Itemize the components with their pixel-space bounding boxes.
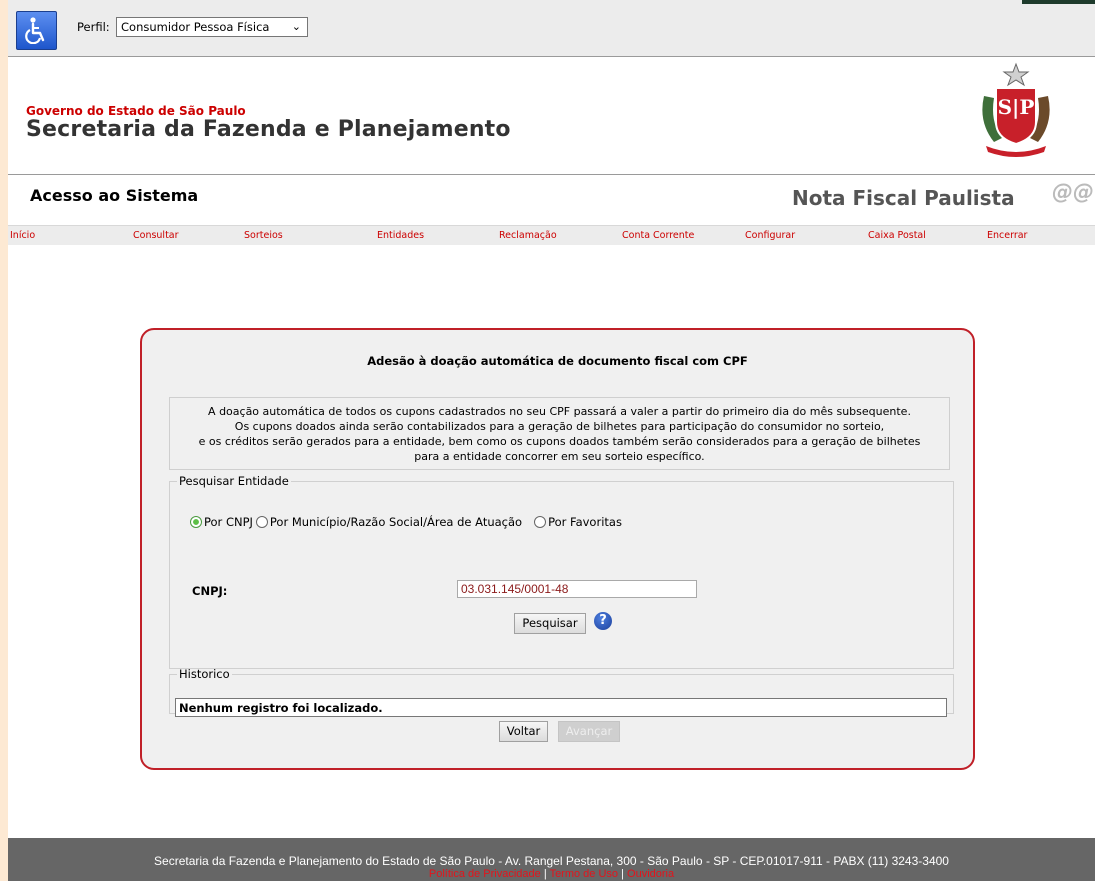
footer: Secretaria da Fazenda e Planejamento do … [8, 838, 1095, 881]
page: Perfil: Consumidor Pessoa Física ⌄ Gover… [8, 0, 1095, 881]
radio-label: Por CNPJ [204, 515, 253, 529]
radio-unselected-icon [534, 516, 547, 528]
nav-item-caixa-postal[interactable]: Caixa Postal [868, 230, 926, 241]
search-button[interactable]: Pesquisar [514, 613, 586, 634]
nav-item-entidades[interactable]: Entidades [377, 230, 424, 241]
radio-label: Por Favoritas [548, 515, 622, 529]
info-line: para a entidade concorrer em seu sorteio… [414, 450, 705, 463]
search-mode-radios: Por CNPJ Por Município/Razão Social/Área… [190, 515, 625, 529]
top-bar: Perfil: Consumidor Pessoa Física ⌄ [8, 0, 1095, 57]
nav-item-configurar[interactable]: Configurar [745, 230, 795, 241]
next-button[interactable]: Avançar [558, 721, 620, 742]
history-result: Nenhum registro foi localizado. [175, 698, 947, 717]
info-line: Os cupons doados ainda serão contabiliza… [234, 420, 885, 433]
chevron-down-icon: ⌄ [291, 20, 301, 33]
footer-address: Secretaria da Fazenda e Planejamento do … [154, 854, 949, 868]
cnpj-input[interactable] [457, 580, 697, 598]
section-title: Acesso ao Sistema [30, 186, 199, 205]
nav-item-conta-corrente[interactable]: Conta Corrente [622, 230, 694, 241]
ouvidoria-link[interactable]: Ouvidoria [627, 868, 674, 880]
radio-unselected-icon [255, 516, 268, 528]
svg-text:S|P: S|P [998, 95, 1035, 119]
back-button[interactable]: Voltar [499, 721, 548, 742]
footer-links: Política de Privacidade | Termo de Uso |… [8, 868, 1095, 880]
info-line: e os créditos serão gerados para a entid… [198, 435, 921, 448]
nav-item-encerrar[interactable]: Encerrar [987, 230, 1027, 241]
sp-coat-of-arms-icon: S|P [982, 62, 1050, 157]
perfil-label: Perfil: [77, 20, 110, 34]
search-legend: Pesquisar Entidade [179, 474, 289, 488]
history-fieldset: Historico Nenhum registro foi localizado… [169, 667, 954, 717]
accessibility-icon[interactable] [16, 11, 57, 50]
panel-title: Adesão à doação automática de documento … [367, 354, 748, 368]
footer-separator: | [543, 868, 547, 880]
perfil-select[interactable]: Consumidor Pessoa Física ⌄ [116, 17, 308, 37]
info-line: A doação automática de todos os cupons c… [208, 405, 911, 418]
nav-item-reclamacao[interactable]: Reclamação [499, 230, 557, 241]
main-nav: Início Consultar Sorteios Entidades Recl… [8, 225, 1095, 245]
radio-selected-icon [190, 516, 202, 528]
footer-separator: | [621, 868, 624, 880]
perfil-selected-value: Consumidor Pessoa Física [121, 20, 270, 34]
corner-strip [1022, 0, 1095, 4]
adesao-panel: Adesão à doação automática de documento … [140, 328, 975, 770]
nav-item-sorteios[interactable]: Sorteios [244, 230, 283, 241]
radio-por-municipio[interactable]: Por Município/Razão Social/Área de Atuaç… [255, 515, 523, 529]
cnpj-label: CNPJ: [192, 584, 228, 598]
nav-item-consultar[interactable]: Consultar [133, 230, 179, 241]
terms-link[interactable]: Termo de Uso [550, 868, 618, 880]
nav-item-inicio[interactable]: Início [10, 230, 35, 241]
radio-por-favoritas[interactable]: Por Favoritas [534, 515, 622, 529]
nfp-logo-icon: @@ [1052, 180, 1094, 204]
radio-label: Por Município/Razão Social/Área de Atuaç… [269, 515, 523, 529]
info-box: A doação automática de todos os cupons c… [169, 397, 950, 470]
history-legend: Historico [179, 667, 230, 681]
help-icon[interactable]: ? [594, 612, 612, 630]
search-fieldset: Pesquisar Entidade Por CNPJ Por Municípi… [169, 474, 954, 669]
secretaria-title: Secretaria da Fazenda e Planejamento [26, 117, 511, 142]
privacy-link[interactable]: Política de Privacidade [429, 868, 541, 880]
radio-por-cnpj[interactable]: Por CNPJ [190, 515, 253, 529]
brand-title: Nota Fiscal Paulista [792, 186, 1015, 210]
governo-label: Governo do Estado de São Paulo [26, 104, 246, 118]
